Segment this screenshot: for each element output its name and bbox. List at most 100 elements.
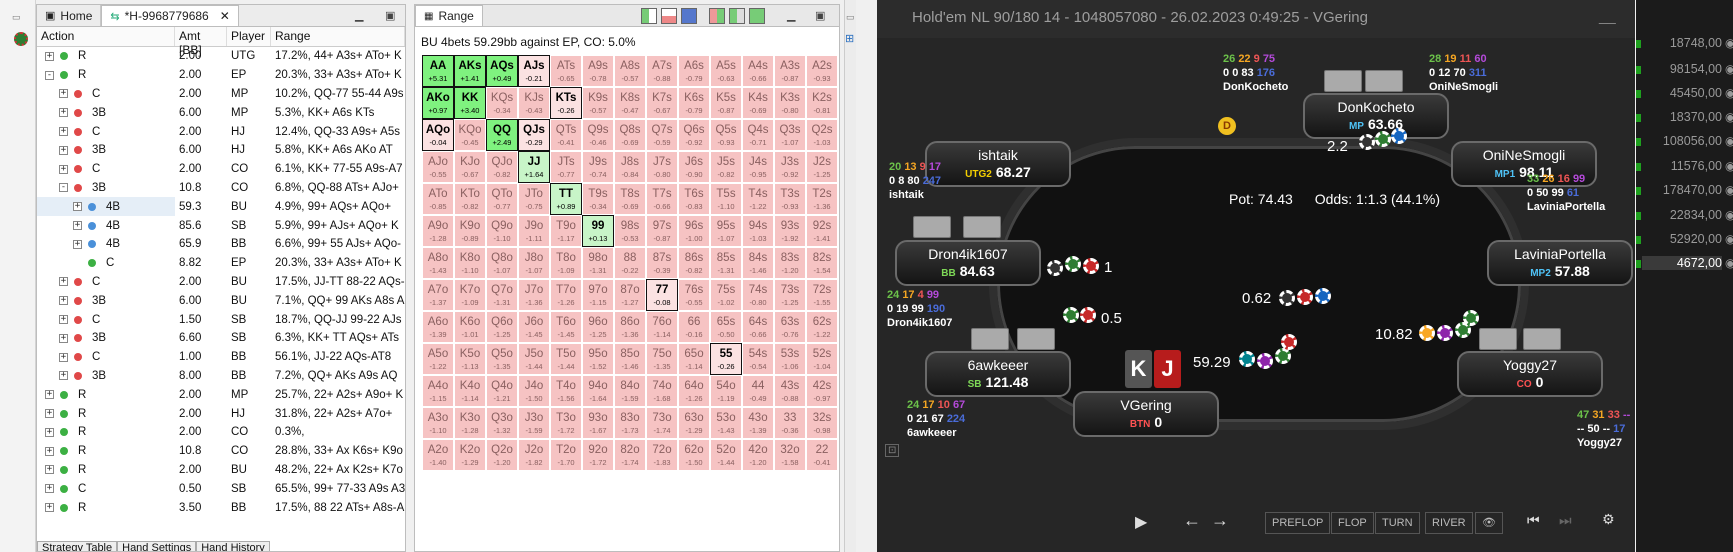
flop-button[interactable]: FLOP bbox=[1331, 512, 1374, 534]
range-cell[interactable]: KQs -0.34 bbox=[486, 87, 518, 119]
range-cell[interactable]: 75s -1.02 bbox=[710, 279, 742, 311]
expand-icon[interactable]: + bbox=[45, 51, 54, 61]
range-cell[interactable]: ATs -0.65 bbox=[550, 55, 582, 87]
range-cell[interactable]: J3o -1.59 bbox=[518, 407, 550, 439]
minimize-icon[interactable]: ▭ bbox=[846, 12, 855, 23]
view-matrix-icon[interactable] bbox=[749, 8, 765, 24]
tree-row[interactable]: + R 2.00 BU 48.2%, 22+ Ax K2s+ K7o bbox=[37, 461, 405, 480]
range-cell[interactable]: 96s -1.00 bbox=[678, 215, 710, 247]
range-cell[interactable]: 99 +0.13 bbox=[582, 215, 614, 247]
range-cell[interactable]: 44 -0.49 bbox=[742, 375, 774, 407]
range-cell[interactable]: A4o -1.15 bbox=[422, 375, 454, 407]
range-cell[interactable]: K7s -0.67 bbox=[646, 87, 678, 119]
range-cell[interactable]: QTo -0.77 bbox=[486, 183, 518, 215]
range-cell[interactable]: JTs -0.77 bbox=[550, 151, 582, 183]
settings-icon[interactable]: ⚙ bbox=[1602, 512, 1615, 528]
range-cell[interactable]: T2s -1.36 bbox=[806, 183, 838, 215]
range-cell[interactable]: K2s -0.81 bbox=[806, 87, 838, 119]
range-cell[interactable]: K5s -0.87 bbox=[710, 87, 742, 119]
hud-oninesmogli[interactable]: 28 19 11 60 0 12 70 311 OniNeSmogli bbox=[1429, 52, 1498, 94]
tree-row[interactable]: +4B 59.3 BU 4.9%, 99+ AQs+ AQo+ bbox=[37, 197, 405, 217]
eye-icon[interactable]: ◉ bbox=[1725, 110, 1733, 124]
col-amount[interactable]: Amt [BB] bbox=[175, 27, 227, 57]
maximize-icon[interactable]: ▣ bbox=[815, 9, 825, 22]
hud-laviniaportella[interactable]: 33 26 16 99 0 50 99 61 LaviniaPortella bbox=[1527, 172, 1605, 214]
range-cell[interactable]: T5o -1.44 bbox=[550, 343, 582, 375]
range-cell[interactable]: K8s -0.47 bbox=[614, 87, 646, 119]
tab-home[interactable]: ▣ Home bbox=[37, 5, 102, 26]
range-cell[interactable]: 93o -1.67 bbox=[582, 407, 614, 439]
last-hand-icon[interactable]: ⏭ bbox=[1559, 512, 1572, 529]
expand-icon[interactable]: + bbox=[45, 409, 54, 419]
range-cell[interactable]: 64o -1.26 bbox=[678, 375, 710, 407]
expand-icon[interactable]: + bbox=[59, 315, 68, 325]
range-cell[interactable]: TT +0.89 bbox=[550, 183, 582, 215]
range-cell[interactable]: KJs -0.43 bbox=[518, 87, 550, 119]
tree-row[interactable]: C 8.82 EP 20.3%, 33+ A3s+ ATo+ K bbox=[37, 254, 405, 273]
range-cell[interactable]: QQ +2.49 bbox=[486, 119, 518, 151]
range-cell[interactable]: A3s -0.87 bbox=[774, 55, 806, 87]
range-cell[interactable]: 32s -0.98 bbox=[806, 407, 838, 439]
range-cell[interactable]: 86o -1.36 bbox=[614, 311, 646, 343]
range-cell[interactable]: J2s -1.25 bbox=[806, 151, 838, 183]
range-cell[interactable]: K5o -1.13 bbox=[454, 343, 486, 375]
range-cell[interactable]: 83s -1.20 bbox=[774, 247, 806, 279]
range-cell[interactable]: A6s -0.79 bbox=[678, 55, 710, 87]
collapse-icon[interactable]: - bbox=[45, 70, 54, 80]
session-value[interactable]: 98154,00 bbox=[1642, 62, 1722, 76]
range-cell[interactable]: 62o -1.50 bbox=[678, 439, 710, 471]
view-green-icon[interactable] bbox=[641, 8, 657, 24]
range-cell[interactable]: 43s -0.88 bbox=[774, 375, 806, 407]
range-cell[interactable]: J5o -1.44 bbox=[518, 343, 550, 375]
range-cell[interactable]: J6o -1.45 bbox=[518, 311, 550, 343]
range-cell[interactable]: J4s -0.95 bbox=[742, 151, 774, 183]
expand-icon[interactable]: + bbox=[59, 108, 68, 118]
range-cell[interactable]: 53o -1.43 bbox=[710, 407, 742, 439]
tree-row[interactable]: +3B 6.60 SB 6.3%, KK+ TT AQs+ ATs bbox=[37, 329, 405, 348]
session-value[interactable]: 18370,00 bbox=[1642, 110, 1722, 124]
range-cell[interactable]: AJs -0.21 bbox=[518, 55, 550, 87]
range-cell[interactable]: KJo -0.67 bbox=[454, 151, 486, 183]
eye-icon[interactable]: ◉ bbox=[1725, 208, 1733, 222]
range-cell[interactable]: 92o -1.72 bbox=[582, 439, 614, 471]
expand-icon[interactable]: + bbox=[73, 221, 82, 231]
tree-row[interactable]: + R 2.00 HJ 31.8%, 22+ A2s+ A7o+ bbox=[37, 404, 405, 423]
session-value[interactable]: 178470,00 bbox=[1642, 183, 1722, 197]
tree-row[interactable]: + R 2.00 MP 25.7%, 22+ A2s+ A9o+ K bbox=[37, 385, 405, 404]
range-cell[interactable]: 74o -1.68 bbox=[646, 375, 678, 407]
expand-icon[interactable]: + bbox=[45, 390, 54, 400]
range-cell[interactable]: 32o -1.58 bbox=[774, 439, 806, 471]
step-back-icon[interactable]: ← bbox=[1183, 510, 1201, 531]
expand-icon[interactable]: + bbox=[73, 202, 82, 212]
range-cell[interactable]: 64s -0.66 bbox=[742, 311, 774, 343]
expand-icon[interactable]: + bbox=[59, 296, 68, 306]
range-cell[interactable]: 97o -1.15 bbox=[582, 279, 614, 311]
range-cell[interactable]: T3s -0.93 bbox=[774, 183, 806, 215]
session-value[interactable]: 52920,00 bbox=[1642, 232, 1722, 246]
tree-row[interactable]: + C 2.00 HJ 12.4%, QQ-33 A9s+ A5s bbox=[37, 122, 405, 141]
expand-icon[interactable]: + bbox=[59, 277, 68, 287]
range-cell[interactable]: J9s -0.74 bbox=[582, 151, 614, 183]
range-cell[interactable]: 95s -1.07 bbox=[710, 215, 742, 247]
range-cell[interactable]: 73s -1.25 bbox=[774, 279, 806, 311]
range-cell[interactable]: Q3o -1.32 bbox=[486, 407, 518, 439]
tree-row[interactable]: +3B 8.00 BB 7.2%, QQ+ AKs A9s AQ bbox=[37, 367, 405, 386]
range-cell[interactable]: 88 -0.22 bbox=[614, 247, 646, 279]
col-action[interactable]: Action bbox=[37, 27, 175, 46]
range-cell[interactable]: 87s -0.39 bbox=[646, 247, 678, 279]
tree-row[interactable]: + C 2.00 BU 17.5%, JJ-TT 88-22 AQs- bbox=[37, 273, 405, 292]
collapse-icon[interactable]: - bbox=[59, 183, 68, 193]
expand-icon[interactable]: + bbox=[59, 352, 68, 362]
hud-yoggy27[interactable]: 47 31 33 -- -- 50 -- 17 Yoggy27 bbox=[1577, 408, 1630, 450]
tree-row[interactable]: - R 2.00 EP 20.3%, 33+ A3s+ ATo+ K bbox=[37, 66, 405, 85]
range-cell[interactable]: Q8o -1.07 bbox=[486, 247, 518, 279]
session-value[interactable]: 108056,00 bbox=[1642, 134, 1722, 148]
range-cell[interactable]: T8o -1.09 bbox=[550, 247, 582, 279]
tree-row[interactable]: + R 2.00 CO 0.3%, bbox=[37, 423, 405, 442]
range-cell[interactable]: 85o -1.46 bbox=[614, 343, 646, 375]
range-cell[interactable]: 82s -1.54 bbox=[806, 247, 838, 279]
range-cell[interactable]: T9o -1.17 bbox=[550, 215, 582, 247]
eye-icon[interactable]: ◉ bbox=[1725, 232, 1733, 246]
seat-donkocheto[interactable]: DonKocheto MP 63.66 bbox=[1303, 93, 1449, 139]
eye-icon[interactable]: ◉ bbox=[1725, 159, 1733, 173]
